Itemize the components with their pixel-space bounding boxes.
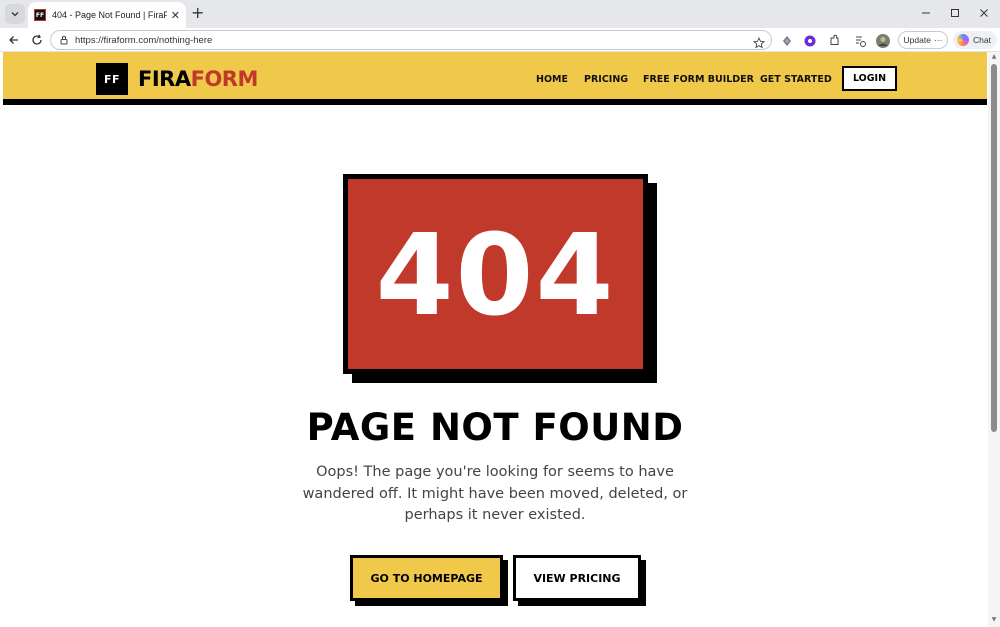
error-code-box: 404 [343, 174, 648, 374]
scroll-up-icon[interactable]: ▲ [991, 54, 997, 60]
extension-icon[interactable] [803, 33, 817, 47]
update-button[interactable]: Update ··· [898, 31, 948, 49]
chat-label: Chat [973, 35, 991, 45]
address-bar-row: https://firaform.com/nothing-here Update… [0, 28, 1000, 52]
minimize-icon[interactable] [919, 6, 933, 20]
scroll-down-icon[interactable]: ▼ [991, 617, 997, 623]
error-description: Oops! The page you're looking for seems … [302, 464, 688, 523]
tab-search-icon[interactable] [5, 4, 25, 24]
site-info-icon[interactable] [59, 35, 69, 45]
logo-part-form: FORM [190, 67, 259, 91]
nav-pricing[interactable]: PRICING [584, 74, 628, 85]
error-code: 404 [375, 211, 616, 341]
back-icon[interactable] [7, 33, 21, 47]
nav-free-form-builder[interactable]: FREE FORM BUILDER [643, 74, 754, 85]
tab-title: 404 - Page Not Found | FiraForm [52, 10, 167, 20]
site-header: FF FIRAFORM HOME PRICING FREE FORM BUILD… [3, 52, 987, 105]
favicon-icon: FF [34, 9, 46, 21]
view-pricing-button[interactable]: VIEW PRICING [513, 555, 641, 601]
extension-icon[interactable] [827, 33, 841, 47]
reload-icon[interactable] [30, 33, 44, 47]
star-icon[interactable] [752, 34, 766, 53]
page-viewport: FF FIRAFORM HOME PRICING FREE FORM BUILD… [3, 52, 987, 627]
url-text: https://firaform.com/nothing-here [75, 34, 213, 46]
more-icon: ··· [933, 35, 943, 45]
favorites-icon[interactable] [853, 33, 867, 47]
plus-icon[interactable]: + [191, 5, 204, 21]
close-icon[interactable]: ✕ [171, 10, 180, 21]
page-title: PAGE NOT FOUND [306, 406, 684, 449]
logo-mark[interactable]: FF [96, 63, 128, 95]
logo-wordmark[interactable]: FIRAFORM [138, 66, 258, 92]
login-button[interactable]: LOGIN [842, 66, 897, 91]
url-input[interactable]: https://firaform.com/nothing-here [50, 30, 772, 50]
profile-avatar-icon[interactable] [876, 33, 890, 48]
browser-tab[interactable]: FF 404 - Page Not Found | FiraForm ✕ [28, 2, 186, 28]
update-label: Update [903, 35, 931, 45]
maximize-icon[interactable] [948, 6, 962, 20]
nav-home[interactable]: HOME [536, 74, 568, 85]
nav-get-started[interactable]: GET STARTED [760, 74, 832, 85]
chat-button[interactable]: Chat [953, 31, 997, 49]
extension-icon[interactable] [780, 33, 794, 47]
close-window-icon[interactable] [977, 6, 991, 20]
logo-part-fira: FIRA [138, 67, 191, 91]
page-scrollbar[interactable]: ▲ ▼ [988, 52, 1000, 627]
copilot-icon [957, 34, 969, 46]
browser-tab-bar: FF 404 - Page Not Found | FiraForm ✕ + [0, 0, 1000, 28]
scroll-thumb[interactable] [991, 64, 997, 432]
go-to-homepage-button[interactable]: GO TO HOMEPAGE [350, 555, 503, 601]
